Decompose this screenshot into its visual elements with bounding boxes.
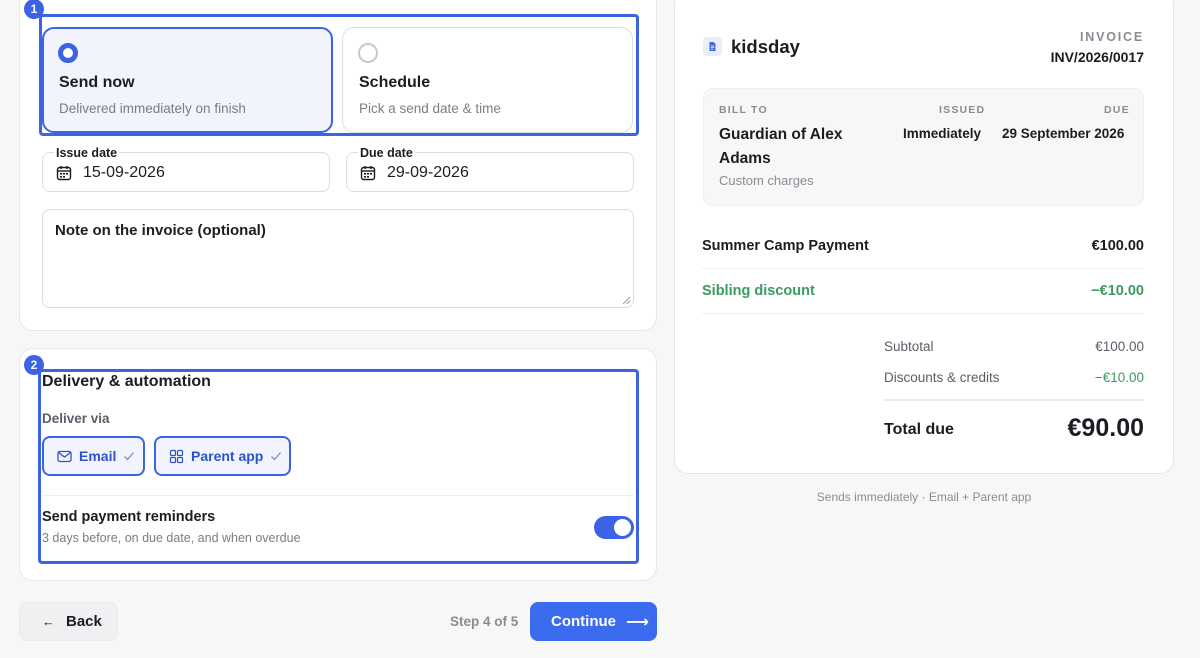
subtotal-label: Subtotal xyxy=(884,339,934,354)
check-icon xyxy=(271,452,282,461)
due-date-value: 29-09-2026 xyxy=(387,164,469,181)
issue-date-field[interactable]: Issue date 15-09-2026 xyxy=(42,146,330,192)
step-marker-1: 1 xyxy=(24,0,44,19)
reminders-toggle[interactable] xyxy=(594,516,634,539)
arrow-left-icon: ← xyxy=(42,614,55,629)
total-due-label: Total due xyxy=(884,421,954,438)
discounts-row: Discounts & credits −€10.00 xyxy=(884,370,1144,385)
brand-name: kidsday xyxy=(731,36,800,57)
deliver-via-label: Deliver via xyxy=(42,411,110,426)
invoice-number: INV/2026/0017 xyxy=(1050,49,1144,65)
issue-date-label: Issue date xyxy=(54,146,120,160)
schedule-radio[interactable] xyxy=(358,43,378,63)
line-item-name: Sibling discount xyxy=(702,283,815,299)
mail-icon xyxy=(57,450,72,462)
issued-value: Immediately xyxy=(903,126,982,141)
sends-summary: Sends immediately · Email + Parent app xyxy=(816,490,1032,504)
total-due-value: €90.00 xyxy=(1067,414,1144,442)
check-icon xyxy=(124,452,135,461)
delivery-title: Delivery & automation xyxy=(42,373,211,390)
step-indicator: Step 4 of 5 xyxy=(450,614,519,629)
issued-caption: ISSUED xyxy=(939,104,986,116)
step-marker-2: 2 xyxy=(24,355,44,375)
due-caption: DUE xyxy=(1104,104,1130,116)
calendar-icon xyxy=(360,166,376,181)
resize-grip-icon[interactable] xyxy=(622,296,631,305)
calendar-icon xyxy=(56,166,72,181)
note-placeholder: Note on the invoice (optional) xyxy=(55,222,266,239)
parent-app-chip-label: Parent app xyxy=(191,448,264,464)
due-date-label: Due date xyxy=(358,146,415,160)
arrow-right-icon: ⟶ xyxy=(626,613,649,631)
send-now-title: Send now xyxy=(59,74,135,91)
reminders-title: Send payment reminders xyxy=(42,509,216,525)
grid-icon xyxy=(169,449,184,463)
schedule-subtitle: Pick a send date & time xyxy=(359,101,501,116)
line-item-amount: −€10.00 xyxy=(1091,283,1144,299)
line-item-amount: €100.00 xyxy=(1091,238,1144,254)
schedule-option[interactable]: Schedule Pick a send date & time xyxy=(342,27,633,133)
delivery-divider xyxy=(42,495,634,496)
send-now-option[interactable]: Send now Delivered immediately on finish xyxy=(42,27,333,133)
invoice-label: INVOICE xyxy=(1080,30,1144,44)
send-now-subtitle: Delivered immediately on finish xyxy=(59,101,246,116)
issue-date-value: 15-09-2026 xyxy=(83,164,165,181)
subtotal-value: €100.00 xyxy=(1095,339,1144,354)
due-date-field[interactable]: Due date 29-09-2026 xyxy=(346,146,634,192)
line-item: Summer Camp Payment €100.00 xyxy=(702,224,1144,269)
email-channel-chip[interactable]: Email xyxy=(42,436,145,476)
email-chip-label: Email xyxy=(79,448,117,464)
send-now-radio[interactable] xyxy=(58,43,78,63)
back-button[interactable]: ← Back xyxy=(19,602,118,641)
line-item: Sibling discount −€10.00 xyxy=(702,269,1144,314)
continue-label: Continue xyxy=(551,613,616,630)
document-icon xyxy=(703,37,722,56)
discounts-value: −€10.00 xyxy=(1094,370,1144,385)
bill-to-caption: BILL TO xyxy=(719,104,768,116)
invoice-note-textarea[interactable]: Note on the invoice (optional) xyxy=(42,209,634,308)
bill-to-name: Guardian of Alex Adams xyxy=(719,126,843,167)
continue-button[interactable]: Continue ⟶ xyxy=(530,602,657,641)
subtotal-row: Subtotal €100.00 xyxy=(884,339,1144,354)
parent-app-channel-chip[interactable]: Parent app xyxy=(154,436,291,476)
due-value: 29 September 2026 xyxy=(1002,126,1125,141)
discounts-label: Discounts & credits xyxy=(884,370,1000,385)
total-divider xyxy=(884,399,1144,401)
bill-to-subtitle: Custom charges xyxy=(719,173,814,188)
line-item-name: Summer Camp Payment xyxy=(702,238,869,254)
back-label: Back xyxy=(66,613,102,630)
toggle-knob xyxy=(614,519,631,536)
reminders-subtitle: 3 days before, on due date, and when ove… xyxy=(42,531,301,545)
schedule-title: Schedule xyxy=(359,74,431,91)
